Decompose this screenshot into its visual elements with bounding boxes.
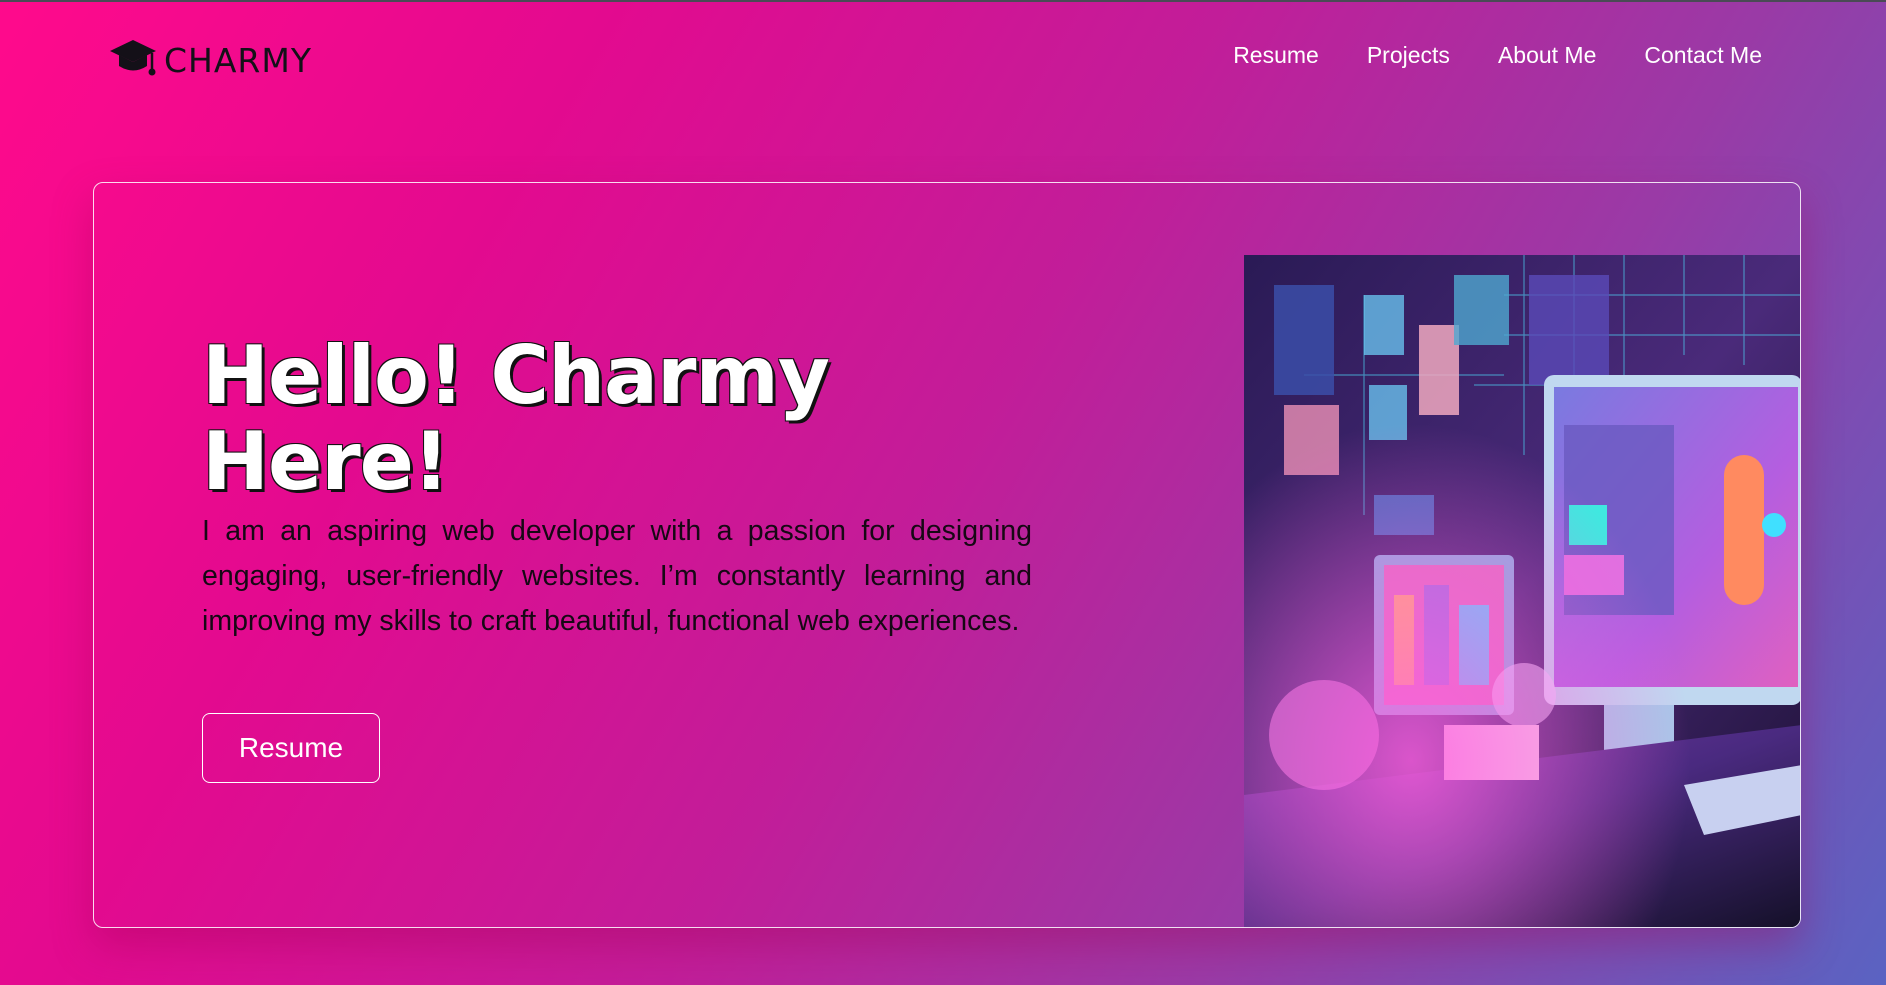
nav-resume-link[interactable]: Resume <box>1233 42 1319 69</box>
nav-projects-link[interactable]: Projects <box>1367 42 1450 69</box>
main-nav: Resume Projects About Me Contact Me <box>1233 42 1762 69</box>
hero-intro-text: I am an aspiring web developer with a pa… <box>202 515 1032 637</box>
workspace-illustration-icon <box>1244 255 1800 927</box>
hero-headline: Hello! Charmy Here! <box>202 333 922 505</box>
brand-logo[interactable]: CHARMY <box>108 36 312 84</box>
brand-name: CHARMY <box>164 40 312 80</box>
hero-card: Hello! Charmy Here! I am an aspiring web… <box>93 182 1801 928</box>
nav-contact-link[interactable]: Contact Me <box>1644 42 1762 69</box>
headline-line-1: Hello! Charmy <box>202 329 830 422</box>
graduation-cap-icon <box>108 36 158 84</box>
nav-about-link[interactable]: About Me <box>1498 42 1596 69</box>
headline-line-2: Here! <box>202 415 449 508</box>
top-border <box>0 0 1886 2</box>
resume-button[interactable]: Resume <box>202 713 380 783</box>
